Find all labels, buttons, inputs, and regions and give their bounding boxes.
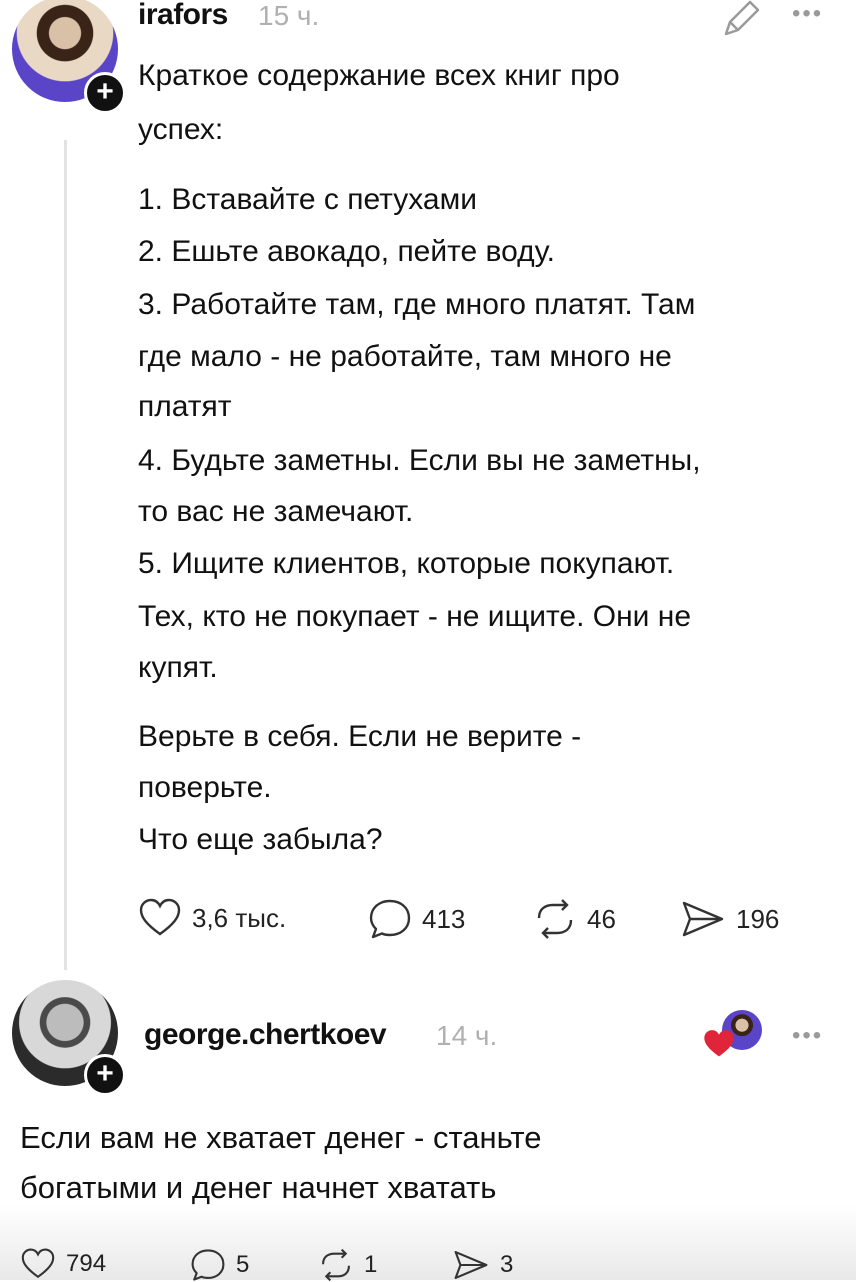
post-line-10: 5. Ищите клиентов, которые покупают. [138, 547, 675, 580]
post-line-13: Верьте в себя. Если не верите - [138, 720, 582, 753]
repost-count: 46 [587, 903, 616, 934]
post-line-8: 4. Будьте заметны. Если вы не заметны, [138, 444, 701, 477]
heart-icon [139, 898, 181, 936]
post-line-3: 1. Вставайте с петухами [138, 183, 477, 216]
more-options-icon[interactable]: ••• [792, 0, 823, 28]
like-button[interactable]: 3,6 тыс. [138, 898, 286, 938]
heart-icon [21, 1248, 55, 1279]
post-line-5: 3. Работайте там, где много платят. Там [138, 288, 696, 321]
post-line-14: поверьте. [138, 771, 272, 804]
comment-count: 413 [422, 903, 466, 934]
reply-like-count: 794 [66, 1250, 107, 1277]
post-line-4: 2. Ешьте авокадо, пейте воду. [138, 235, 556, 268]
reply-share-button[interactable]: 3 [452, 1248, 513, 1282]
liked-by-author-badge [702, 1010, 766, 1062]
send-icon [454, 1250, 488, 1280]
reply-time: 14 ч. [436, 1020, 498, 1051]
post-username[interactable]: irafors [138, 0, 228, 32]
reply-follow-plus-icon[interactable]: + [84, 1054, 126, 1096]
post-time: 15 ч. [258, 0, 320, 31]
post-line-15: Что еще забыла? [138, 823, 383, 856]
heart-icon [704, 1030, 734, 1057]
repost-icon [321, 1248, 351, 1282]
comment-button[interactable]: 413 [368, 898, 465, 940]
reply-comment-button[interactable]: 5 [190, 1248, 249, 1282]
post-line-11: Тех, кто не покупает - не ищите. Они не [138, 600, 692, 633]
post-line-6: где мало - не работайте, там много не [138, 340, 672, 373]
send-icon [682, 901, 724, 937]
thread-line [64, 140, 67, 970]
bottom-fade-overlay [0, 1205, 856, 1280]
share-button[interactable]: 196 [680, 898, 779, 940]
like-count: 3,6 тыс. [192, 902, 287, 933]
post-line-9: то вас не замечают. [138, 495, 414, 528]
share-count: 196 [736, 903, 780, 934]
speech-bubble-icon [369, 899, 411, 939]
reply-like-button[interactable]: 794 [20, 1248, 106, 1280]
reply-share-count: 3 [500, 1251, 514, 1278]
reply-repost-count: 1 [364, 1251, 378, 1278]
speech-bubble-icon [191, 1249, 225, 1281]
reply-comment-count: 5 [236, 1251, 250, 1278]
repost-button[interactable]: 46 [533, 898, 616, 940]
reply-repost-button[interactable]: 1 [318, 1248, 377, 1282]
reply-line-1: Если вам не хватает денег - станьте [20, 1120, 542, 1155]
pencil-icon[interactable] [716, 0, 764, 38]
post-line-12: купят. [138, 651, 218, 684]
reply-more-options-icon[interactable]: ••• [792, 1022, 823, 1050]
post-line-7: платят [138, 390, 232, 423]
reply-username[interactable]: george.chertkoev [144, 1018, 387, 1052]
repost-icon [537, 899, 573, 939]
post-line-1: Краткое содержание всех книг про [138, 59, 620, 92]
post-line-2: успех: [138, 113, 224, 146]
follow-plus-icon[interactable]: + [84, 72, 126, 114]
